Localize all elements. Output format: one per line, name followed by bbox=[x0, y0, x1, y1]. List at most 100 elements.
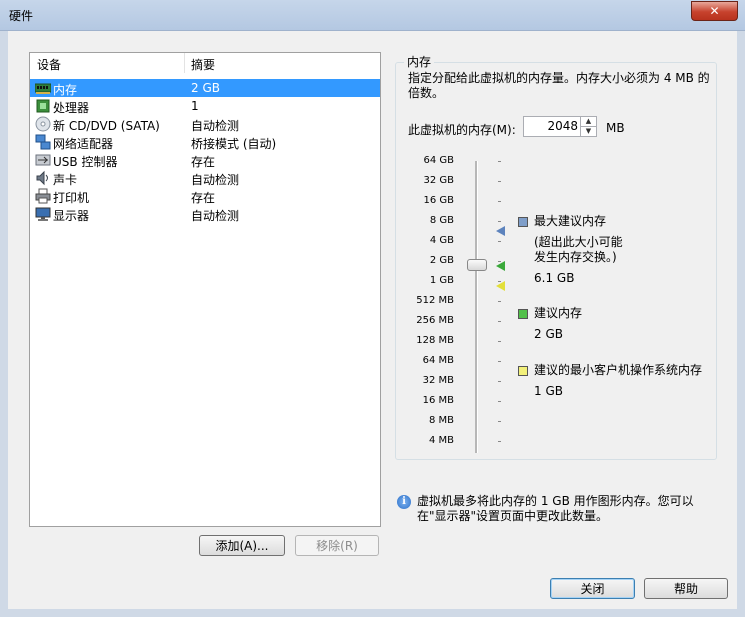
scale-tick bbox=[498, 241, 501, 242]
device-summary: 存在 bbox=[191, 191, 216, 205]
remove-device-button[interactable]: 移除(R) bbox=[295, 535, 379, 556]
recommended-legend-value: 2 GB bbox=[534, 327, 563, 341]
scale-label: 256 MB bbox=[416, 315, 454, 326]
column-divider bbox=[184, 53, 185, 73]
device-summary: 自动检测 bbox=[191, 209, 240, 223]
device-name: 处理器 bbox=[53, 101, 90, 115]
minimum-legend-swatch bbox=[518, 366, 528, 376]
spin-buttons: ▲ ▼ bbox=[580, 117, 596, 136]
scale-label: 512 MB bbox=[416, 295, 454, 306]
scale-label: 64 GB bbox=[423, 155, 454, 166]
display-icon bbox=[35, 207, 51, 221]
memory-spinbox[interactable]: 2048 ▲ ▼ bbox=[523, 116, 597, 137]
spin-up-icon[interactable]: ▲ bbox=[581, 117, 596, 127]
scale-label: 16 MB bbox=[422, 395, 454, 406]
device-summary: 2 GB bbox=[191, 81, 220, 95]
sound-card-icon bbox=[36, 170, 48, 186]
column-header-summary[interactable]: 摘要 bbox=[191, 56, 215, 73]
scale-tick bbox=[498, 181, 501, 182]
device-summary: 1 bbox=[191, 99, 199, 113]
scale-tick bbox=[498, 441, 501, 442]
scale-label: 4 MB bbox=[428, 435, 454, 446]
device-summary: 自动检测 bbox=[191, 173, 240, 187]
device-row-sound-card[interactable]: 声卡 自动检测 bbox=[30, 169, 380, 187]
printer-icon bbox=[35, 188, 51, 204]
memory-field-label: 此虚拟机的内存(M): bbox=[408, 123, 516, 137]
max-recommended-marker-icon bbox=[496, 226, 505, 236]
scale-tick bbox=[498, 401, 501, 402]
scale-tick bbox=[498, 321, 501, 322]
memory-input[interactable]: 2048 bbox=[547, 119, 578, 133]
max-legend-value: 6.1 GB bbox=[534, 271, 575, 285]
scale-tick bbox=[498, 421, 501, 422]
device-name: 网络适配器 bbox=[53, 137, 114, 151]
device-row-cd-dvd[interactable]: 新 CD/DVD (SATA) 自动检测 bbox=[30, 115, 380, 133]
device-summary: 自动检测 bbox=[191, 119, 240, 133]
scale-label: 64 MB bbox=[422, 355, 454, 366]
device-name: USB 控制器 bbox=[53, 155, 118, 169]
window-title: 硬件 bbox=[9, 9, 34, 23]
device-row-network-adapter[interactable]: 网络适配器 桥接模式 (自动) bbox=[30, 133, 380, 151]
scale-tick bbox=[498, 201, 501, 202]
spin-down-icon[interactable]: ▼ bbox=[581, 127, 596, 136]
scale-label: 4 GB bbox=[429, 235, 454, 246]
device-row-printer[interactable]: 打印机 存在 bbox=[30, 187, 380, 205]
memory-group-title: 内存 bbox=[404, 53, 435, 70]
scale-label: 8 GB bbox=[429, 215, 454, 226]
add-device-button[interactable]: 添加(A)... bbox=[199, 535, 285, 556]
network-adapter-icon bbox=[35, 134, 51, 150]
minimum-legend-value: 1 GB bbox=[534, 384, 563, 398]
scale-label: 32 MB bbox=[422, 375, 454, 386]
minimum-legend-title: 建议的最小客户机操作系统内存 bbox=[534, 363, 703, 377]
device-row-memory[interactable]: 内存 2 GB bbox=[30, 79, 380, 97]
device-name: 新 CD/DVD (SATA) bbox=[53, 119, 160, 133]
column-header-device[interactable]: 设备 bbox=[37, 56, 61, 73]
recommended-legend-title: 建议内存 bbox=[534, 306, 583, 320]
scale-label: 128 MB bbox=[416, 335, 454, 346]
help-button[interactable]: 帮助 bbox=[644, 578, 728, 599]
device-name: 打印机 bbox=[53, 191, 90, 205]
device-row-processor[interactable]: 处理器 1 bbox=[30, 97, 380, 115]
scale-label: 8 MB bbox=[428, 415, 454, 426]
cd-dvd-icon bbox=[35, 116, 51, 132]
memory-slider-thumb[interactable] bbox=[467, 259, 487, 271]
device-list-header: 设备 摘要 bbox=[30, 53, 380, 73]
scale-tick bbox=[498, 341, 501, 342]
memory-description: 指定分配给此虚拟机的内存量。内存大小必须为 4 MB 的倍数。 bbox=[408, 71, 710, 100]
memory-icon bbox=[35, 83, 51, 94]
memory-slider-track[interactable] bbox=[475, 161, 478, 453]
max-legend-swatch bbox=[518, 217, 528, 227]
device-summary: 存在 bbox=[191, 155, 216, 169]
max-legend-note-line1: (超出此大小可能 bbox=[534, 235, 623, 249]
max-legend-note-line2: 发生内存交换。) bbox=[534, 250, 617, 264]
info-icon: i bbox=[397, 495, 411, 509]
dialog-body: 设备 摘要 内存 2 GB 处理器 1 新 CD/DVD (SATA) 自动检测… bbox=[8, 31, 737, 609]
scale-label: 32 GB bbox=[423, 175, 454, 186]
scale-tick bbox=[498, 161, 501, 162]
scale-tick bbox=[498, 381, 501, 382]
close-window-button[interactable]: ✕ bbox=[691, 1, 738, 21]
scale-label: 2 GB bbox=[429, 255, 454, 266]
device-summary: 桥接模式 (自动) bbox=[191, 137, 277, 151]
scale-tick bbox=[498, 301, 501, 302]
recommended-legend-swatch bbox=[518, 309, 528, 319]
title-bar: 硬件 ✕ bbox=[0, 0, 745, 31]
recommended-marker-icon bbox=[496, 261, 505, 271]
device-row-display[interactable]: 显示器 自动检测 bbox=[30, 205, 380, 223]
scale-tick bbox=[498, 361, 501, 362]
max-legend-title: 最大建议内存 bbox=[534, 214, 607, 228]
usb-icon bbox=[35, 154, 51, 166]
scale-tick bbox=[498, 221, 501, 222]
device-name: 声卡 bbox=[53, 173, 78, 187]
minimum-marker-icon bbox=[496, 281, 505, 291]
device-list[interactable]: 设备 摘要 内存 2 GB 处理器 1 新 CD/DVD (SATA) 自动检测… bbox=[29, 52, 381, 527]
memory-unit: MB bbox=[606, 121, 625, 135]
scale-label: 1 GB bbox=[429, 275, 454, 286]
graphics-memory-info: 虚拟机最多将此内存的 1 GB 用作图形内存。您可以在"显示器"设置页面中更改此… bbox=[417, 494, 694, 523]
scale-label: 16 GB bbox=[423, 195, 454, 206]
processor-icon bbox=[36, 99, 50, 113]
device-name: 内存 bbox=[53, 83, 78, 97]
device-name: 显示器 bbox=[53, 209, 90, 223]
close-button[interactable]: 关闭 bbox=[550, 578, 635, 599]
device-row-usb-controller[interactable]: USB 控制器 存在 bbox=[30, 151, 380, 169]
